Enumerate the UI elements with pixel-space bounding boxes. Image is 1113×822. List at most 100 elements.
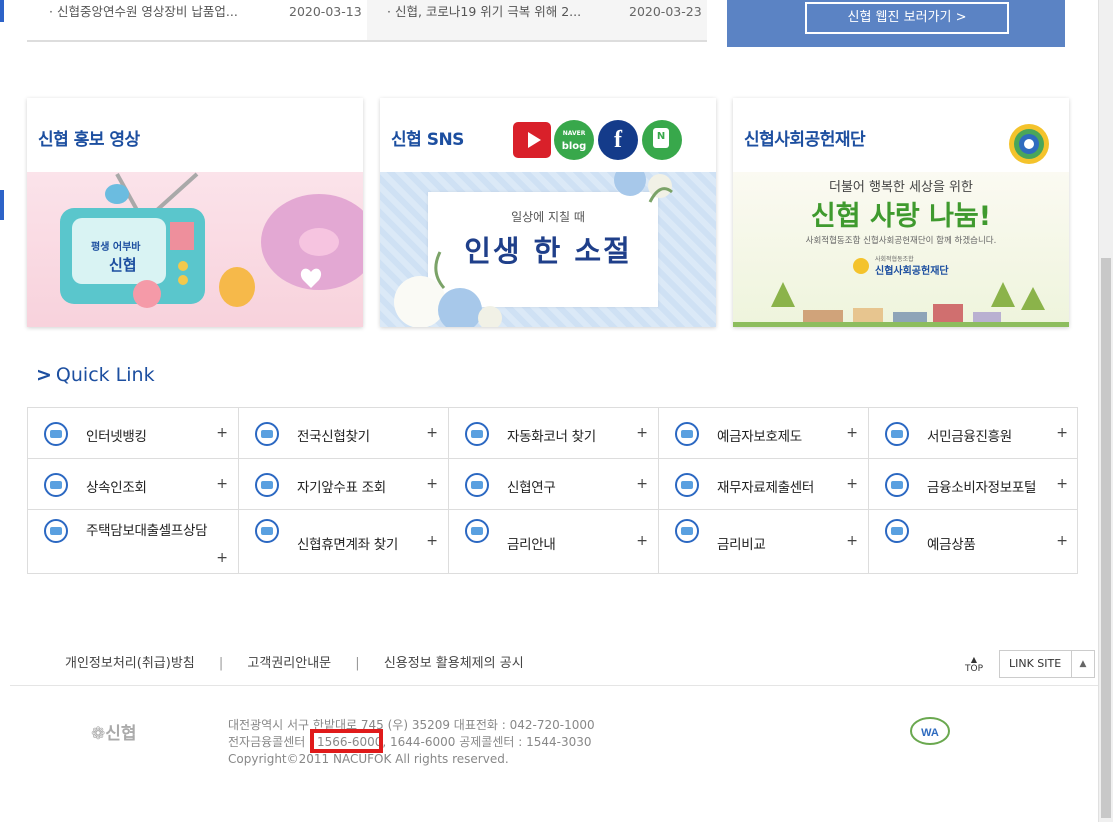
coins-stack-icon	[463, 518, 491, 544]
card-title[interactable]: 신협 SNS	[391, 125, 464, 150]
promo-video-image[interactable]: 평생 어부바 신협	[27, 172, 363, 327]
plus-icon[interactable]: +	[636, 425, 648, 441]
check-document-icon	[253, 472, 281, 498]
card-header: 신협사회공헌재단	[733, 98, 1069, 172]
village-illustration	[733, 258, 1069, 327]
quick-link-item[interactable]: 예금상품 +	[869, 510, 1078, 573]
quick-link-label[interactable]: 신협휴면계좌 찾기	[297, 533, 398, 553]
wa-label: WA	[921, 727, 939, 739]
card-title[interactable]: 신협 홍보 영상	[38, 125, 140, 150]
money-bag-icon	[883, 421, 911, 447]
credit-info-link[interactable]: 신용정보 활용체제의 공시	[384, 656, 524, 671]
youtube-icon[interactable]	[513, 120, 551, 158]
left-accent	[0, 0, 4, 22]
sns-image[interactable]: 일상에 지칠 때 인생 한 소절	[380, 172, 716, 327]
wa-accessibility-mark-icon: WA	[910, 715, 950, 745]
privacy-policy-link[interactable]: 개인정보처리(취급)방침	[65, 656, 195, 671]
quick-link-label[interactable]: 금융소비자정보포털	[927, 476, 1036, 496]
quick-link-label[interactable]: 예금자보호제도	[717, 425, 802, 445]
quick-link-item[interactable]: 주택담보대출셀프상담 +	[28, 510, 239, 573]
plus-icon[interactable]: +	[216, 550, 228, 566]
quick-link-label[interactable]: 전국신협찾기	[297, 425, 370, 445]
naver-blog-icon[interactable]: NAVER blog	[554, 120, 594, 160]
news-item[interactable]: · 신협, 코로나19 위기 극복 위해 2... 2020-03-23	[367, 0, 707, 40]
quick-link-item[interactable]: 자동화코너 찾기 +	[449, 408, 659, 459]
naver-post-letter: N	[653, 128, 669, 148]
people-search-icon	[42, 472, 70, 498]
plus-icon[interactable]: +	[846, 533, 858, 549]
quick-link-item[interactable]: 재무자료제출센터 +	[659, 459, 869, 510]
footer-divider	[10, 685, 1098, 686]
customer-rights-link[interactable]: 고객권리안내문	[247, 656, 331, 671]
won-coin-icon	[42, 421, 70, 447]
plus-icon[interactable]: +	[846, 476, 858, 492]
plus-icon[interactable]: +	[216, 425, 228, 441]
quick-link-label[interactable]: 금리비교	[717, 533, 766, 553]
scrollbar[interactable]	[1098, 0, 1113, 822]
quick-link-item[interactable]: 상속인조회 +	[28, 459, 239, 510]
blog-label: blog	[561, 141, 587, 152]
map-pin-icon	[253, 421, 281, 447]
top-label: TOP	[964, 664, 983, 674]
highlight-box	[310, 729, 383, 753]
card-sns[interactable]: 신협 SNS NAVER blog f N 일상에 지칠 때 인생 한 소절	[380, 98, 716, 327]
scrollbar-thumb[interactable]	[1101, 258, 1111, 818]
news-title[interactable]: · 신협, 코로나19 위기 극복 위해 2...	[387, 0, 581, 24]
webzine-button[interactable]: 신협 웹진 보러가기 >	[805, 2, 1009, 34]
plus-icon[interactable]: +	[1056, 425, 1068, 441]
plus-icon[interactable]: +	[636, 476, 648, 492]
plus-icon[interactable]: +	[426, 476, 438, 492]
quick-link-item[interactable]: 신협휴면계좌 찾기 +	[239, 510, 449, 573]
top-button[interactable]: ▲ TOP	[963, 655, 985, 674]
savings-product-icon	[883, 518, 911, 544]
footer-links: 개인정보처리(취급)방침 | 고객권리안내문 | 신용정보 활용체제의 공시	[65, 652, 524, 671]
tv-line2: 신협	[109, 256, 137, 274]
card-title[interactable]: 신협사회공헌재단	[744, 125, 866, 150]
naver-post-icon[interactable]: N	[642, 120, 682, 160]
tv-pig-illustration	[60, 172, 363, 308]
plus-icon[interactable]: +	[426, 533, 438, 549]
quick-link-item[interactable]: 전국신협찾기 +	[239, 408, 449, 459]
quick-link-item[interactable]: 신협연구 +	[449, 459, 659, 510]
quick-link-label[interactable]: 자동화코너 찾기	[507, 425, 596, 445]
quick-link-item[interactable]: 예금자보호제도 +	[659, 408, 869, 459]
quick-link-label[interactable]: 예금상품	[927, 533, 976, 553]
plus-icon[interactable]: +	[1056, 533, 1068, 549]
foundation-logo-icon	[1009, 124, 1049, 164]
quick-link-label[interactable]: 재무자료제출센터	[717, 476, 814, 496]
news-title[interactable]: · 신협중앙연수원 영상장비 납품업...	[49, 0, 238, 24]
news-date: 2020-03-13	[289, 4, 362, 19]
footer-logo: ❁신협	[91, 724, 137, 744]
quick-link-item[interactable]: 금융소비자정보포털 +	[869, 459, 1078, 510]
plus-icon[interactable]: +	[216, 476, 228, 492]
quick-link-item[interactable]: 금리비교 +	[659, 510, 869, 573]
link-site-select[interactable]: LINK SITE ▲	[999, 650, 1095, 678]
quick-link-label[interactable]: 상속인조회	[86, 476, 147, 496]
quick-link-label[interactable]: 금리안내	[507, 533, 556, 553]
plus-icon[interactable]: +	[636, 533, 648, 549]
facebook-icon[interactable]: f	[598, 120, 638, 160]
card-promo-video[interactable]: 신협 홍보 영상 평생 어부바 신협	[27, 98, 363, 327]
quick-link-label[interactable]: 신협연구	[507, 476, 556, 496]
quick-link-label[interactable]: 서민금융진흥원	[927, 425, 1012, 445]
quick-link-item[interactable]: 서민금융진흥원 +	[869, 408, 1078, 459]
plus-icon[interactable]: +	[426, 425, 438, 441]
arrow-up-icon[interactable]: ▲	[1071, 651, 1094, 677]
footer-address: 대전광역시 서구 한밭대로 745 (우) 35209 대표전화 : 042-7…	[228, 718, 595, 732]
quick-link-label[interactable]: 자기앞수표 조회	[297, 476, 386, 496]
card-header: 신협 홍보 영상	[27, 98, 363, 172]
news-list: · 신협중앙연수원 영상장비 납품업... 2020-03-13 · 신협, 코…	[27, 0, 707, 42]
plus-icon[interactable]: +	[846, 425, 858, 441]
quick-link-title-text: Quick Link	[55, 364, 155, 386]
plus-icon[interactable]: +	[1056, 476, 1068, 492]
quick-link-item[interactable]: 자기앞수표 조회 +	[239, 459, 449, 510]
quick-link-item[interactable]: 금리안내 +	[449, 510, 659, 573]
foundation-image[interactable]: 더불어 행복한 세상을 위한 신협 사랑 나눔! 사회적협동조합 신협사회공헌재…	[733, 172, 1069, 327]
ked-logo-icon	[673, 472, 701, 498]
quick-link-label[interactable]: 주택담보대출셀프상담	[86, 519, 208, 539]
link-site-label: LINK SITE	[1009, 657, 1062, 670]
quick-link-item[interactable]: 인터넷뱅킹 +	[28, 408, 239, 459]
quick-link-label[interactable]: 인터넷뱅킹	[86, 425, 147, 445]
news-item[interactable]: · 신협중앙연수원 영상장비 납품업... 2020-03-13	[27, 0, 367, 40]
card-foundation[interactable]: 신협사회공헌재단 더불어 행복한 세상을 위한 신협 사랑 나눔! 사회적협동조…	[733, 98, 1069, 327]
